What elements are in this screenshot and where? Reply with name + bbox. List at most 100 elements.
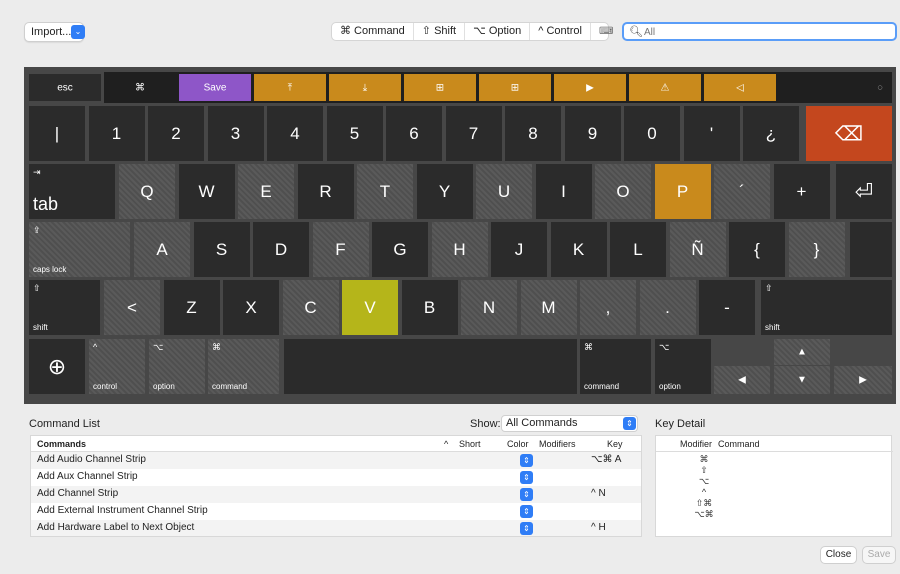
table-row[interactable]: Add Aux Channel Strip ⇕ (31, 469, 641, 486)
return-key-lower[interactable] (850, 222, 892, 277)
key-shift-10[interactable]: . (639, 280, 696, 335)
key-home-6[interactable]: H (431, 222, 488, 277)
key-num-6[interactable]: 6 (386, 106, 442, 161)
key-num-0[interactable]: | (29, 106, 85, 161)
header-color[interactable]: Color (507, 439, 529, 449)
search-field[interactable]: 🔍︎ (622, 22, 897, 41)
key-+[interactable]: + (773, 164, 830, 219)
import-button[interactable]: Import... ⌄ (24, 22, 85, 42)
key-home-8[interactable]: K (550, 222, 607, 277)
key-home-5[interactable]: G (372, 222, 428, 277)
search-input[interactable] (644, 25, 884, 39)
key-home-9[interactable]: L (610, 222, 666, 277)
table-row[interactable]: Add External Instrument Channel Strip ⇕ (31, 503, 641, 520)
table-row[interactable]: Add Hardware Label to Next Object ⇕ ^ H (31, 520, 641, 536)
header-command[interactable]: Command (718, 439, 760, 449)
key-num-12[interactable]: ¿ (743, 106, 799, 161)
color-picker[interactable]: ⇕ (520, 471, 533, 484)
fkey-0[interactable]: esc (29, 74, 101, 101)
key-shift-1[interactable]: < (104, 280, 160, 335)
left-option-key[interactable]: ⌥ option (149, 339, 205, 394)
key-shift-2[interactable]: Z (163, 280, 220, 335)
modifier-command-button[interactable]: ⌘ Command (332, 23, 414, 40)
left-command-key[interactable]: ⌘ command (208, 339, 279, 394)
key-shift-3[interactable]: X (223, 280, 279, 335)
caps-lock-key[interactable]: ⇪ caps lock (29, 222, 130, 277)
show-select[interactable]: All Commands ⇕ (501, 415, 638, 432)
key-num-5[interactable]: 5 (326, 106, 383, 161)
fkey-10[interactable]: ○ (774, 74, 891, 101)
key-shift-5[interactable]: V (342, 280, 398, 335)
key-i[interactable]: I (535, 164, 592, 219)
color-picker[interactable]: ⇕ (520, 488, 533, 501)
key-num-7[interactable]: 7 (445, 106, 502, 161)
fkey-9[interactable]: ◁ (704, 74, 776, 101)
right-option-key[interactable]: ⌥ option (655, 339, 711, 394)
key-shift-7[interactable]: N (461, 280, 517, 335)
table-row[interactable]: Add Audio Channel Strip ⇕ ⌥⌘ A (31, 452, 641, 469)
color-picker[interactable]: ⇕ (520, 505, 533, 518)
key-home-10[interactable]: Ñ (669, 222, 726, 277)
header-commands[interactable]: Commands (37, 439, 86, 449)
key-home-2[interactable]: S (193, 222, 250, 277)
key-home-1[interactable]: A (134, 222, 190, 277)
header-key[interactable]: Key (607, 439, 623, 449)
key-y[interactable]: Y (416, 164, 473, 219)
modifier-shift-button[interactable]: ⇧ Shift (414, 23, 466, 40)
key-num-8[interactable]: 8 (505, 106, 561, 161)
key-num-3[interactable]: 3 (207, 106, 264, 161)
fkey-5[interactable]: ⊞ (404, 74, 476, 101)
modifier-control-button[interactable]: ^ Control (530, 23, 591, 40)
arrow-left-key[interactable]: ◀ (714, 366, 770, 394)
modifier-option-button[interactable]: ⌥ Option (465, 23, 531, 40)
table-row[interactable]: Add Channel Strip ⇕ ^ N (31, 486, 641, 503)
color-picker[interactable]: ⇕ (520, 454, 533, 467)
right-command-key[interactable]: ⌘ command (580, 339, 651, 394)
key-t[interactable]: T (357, 164, 413, 219)
key-num-4[interactable]: 4 (267, 106, 323, 161)
fkey-6[interactable]: ⊞ (479, 74, 551, 101)
fkey-7[interactable]: ▶ (554, 74, 626, 101)
key-home-11[interactable]: { (729, 222, 785, 277)
left-control-key[interactable]: ^ control (89, 339, 145, 394)
arrow-up-key[interactable]: ▲ (774, 339, 830, 365)
key-num-9[interactable]: 9 (564, 106, 621, 161)
key-e[interactable]: E (238, 164, 294, 219)
right-shift-key[interactable]: ⇧ shift (761, 280, 892, 335)
globe-key[interactable]: ⊕ (29, 339, 85, 394)
header-modifiers[interactable]: Modifiers (539, 439, 576, 449)
key-o[interactable]: O (595, 164, 651, 219)
key-u[interactable]: U (476, 164, 532, 219)
fkey-1[interactable]: ⌘ (104, 74, 176, 101)
fkey-8[interactable]: ⚠ (629, 74, 701, 101)
key-p[interactable]: P (654, 164, 711, 219)
arrow-right-key[interactable]: ▶ (834, 366, 892, 394)
key-´[interactable]: ´ (714, 164, 770, 219)
close-button[interactable]: Close (820, 546, 857, 564)
sort-up-icon[interactable]: ^ (444, 439, 448, 449)
space-key[interactable] (284, 339, 577, 394)
save-button[interactable]: Save (862, 546, 896, 564)
key-shift-4[interactable]: C (282, 280, 339, 335)
key-r[interactable]: R (297, 164, 354, 219)
header-short[interactable]: Short (459, 439, 481, 449)
fkey-2[interactable]: Save (179, 74, 251, 101)
key-shift-11[interactable]: - (699, 280, 755, 335)
key-shift-8[interactable]: M (520, 280, 577, 335)
key-num-2[interactable]: 2 (148, 106, 204, 161)
key-num-10[interactable]: 0 (624, 106, 680, 161)
return-key[interactable]: ⏎ (836, 164, 892, 219)
delete-key[interactable]: ⌫ (806, 106, 892, 161)
left-shift-key[interactable]: ⇧ shift (29, 280, 100, 335)
keyboard-icon[interactable]: ⌨ (591, 23, 621, 40)
key-home-7[interactable]: J (491, 222, 547, 277)
color-picker[interactable]: ⇕ (520, 522, 533, 535)
arrow-down-key[interactable]: ▼ (774, 366, 830, 394)
fkey-4[interactable]: ⤓ (329, 74, 401, 101)
key-home-4[interactable]: F (312, 222, 369, 277)
key-num-11[interactable]: ' (683, 106, 740, 161)
tab-key[interactable]: ⇥ tab (29, 164, 115, 219)
key-w[interactable]: W (178, 164, 235, 219)
fkey-3[interactable]: ⤒ (254, 74, 326, 101)
key-num-1[interactable]: 1 (88, 106, 145, 161)
